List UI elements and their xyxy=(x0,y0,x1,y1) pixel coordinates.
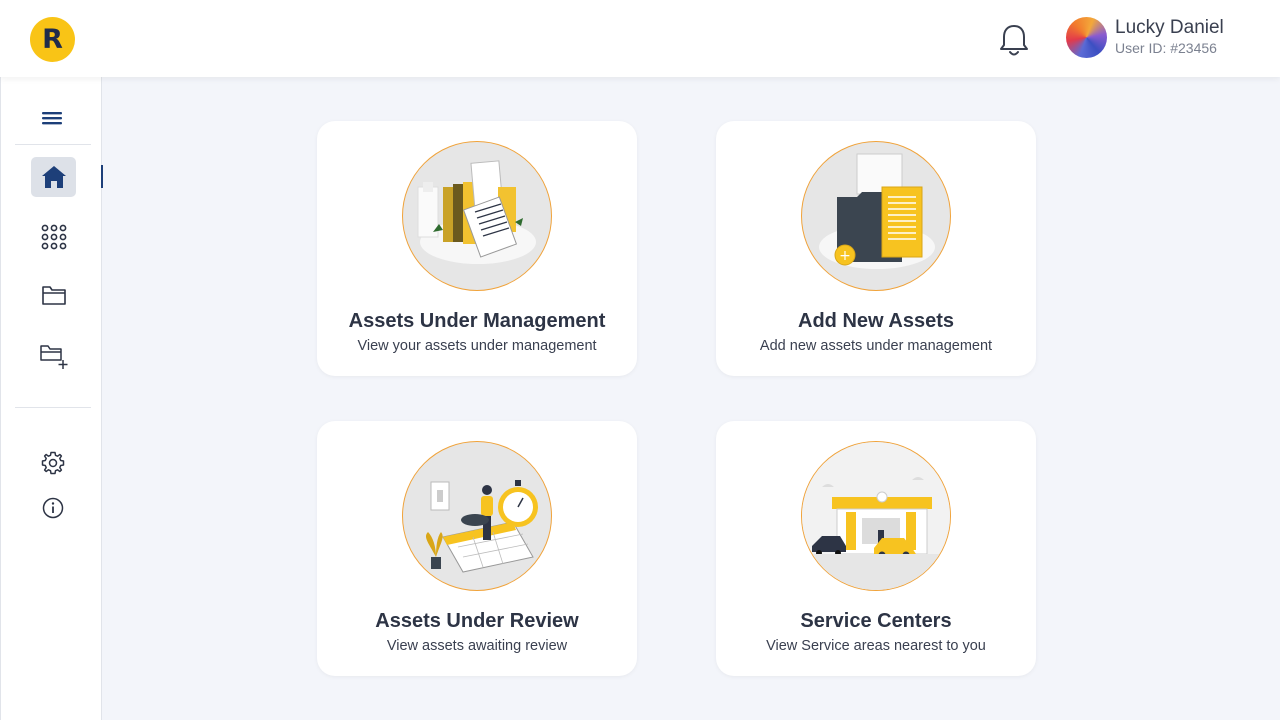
card-subtitle: Add new assets under management xyxy=(759,338,993,354)
grid-icon[interactable] xyxy=(41,224,67,250)
service-station-illustration xyxy=(801,441,951,591)
folder-icon[interactable] xyxy=(41,284,67,306)
card-assets-under-management[interactable]: Assets Under Management View your assets… xyxy=(317,121,637,376)
active-indicator xyxy=(101,165,103,188)
sidebar-divider xyxy=(15,144,91,145)
sidebar-divider xyxy=(15,407,91,408)
info-icon[interactable] xyxy=(42,497,64,519)
bell-icon[interactable] xyxy=(997,22,1031,58)
card-add-new-assets[interactable]: + Add New Assets Add new assets under ma… xyxy=(716,121,1036,376)
card-title: Assets Under Review xyxy=(375,610,579,632)
card-title: Assets Under Management xyxy=(348,310,606,332)
assets-folders-illustration xyxy=(402,141,552,291)
card-subtitle: View your assets under management xyxy=(357,338,597,354)
avatar[interactable] xyxy=(1066,17,1107,58)
sidebar xyxy=(0,77,103,720)
sidebar-item-home[interactable] xyxy=(31,157,76,197)
card-title: Add New Assets xyxy=(798,310,954,332)
card-service-centers[interactable]: Service Centers View Service areas neare… xyxy=(716,421,1036,676)
add-assets-folder-illustration: + xyxy=(801,141,951,291)
svg-text:+: + xyxy=(839,248,851,264)
card-subtitle: View assets awaiting review xyxy=(386,638,568,654)
folder-add-icon[interactable] xyxy=(39,342,71,370)
top-bar: R Lucky Daniel User ID: #23456 xyxy=(0,0,1280,77)
review-calendar-illustration xyxy=(402,441,552,591)
card-subtitle: View Service areas nearest to you xyxy=(766,638,986,654)
home-icon xyxy=(41,166,66,188)
menu-icon[interactable] xyxy=(42,110,62,126)
user-id: User ID: #23456 xyxy=(1115,40,1217,56)
app-logo[interactable]: R xyxy=(30,17,75,62)
gear-icon[interactable] xyxy=(41,451,65,475)
card-title: Service Centers xyxy=(800,610,952,632)
card-assets-under-review[interactable]: Assets Under Review View assets awaiting… xyxy=(317,421,637,676)
user-name: Lucky Daniel xyxy=(1115,17,1224,38)
